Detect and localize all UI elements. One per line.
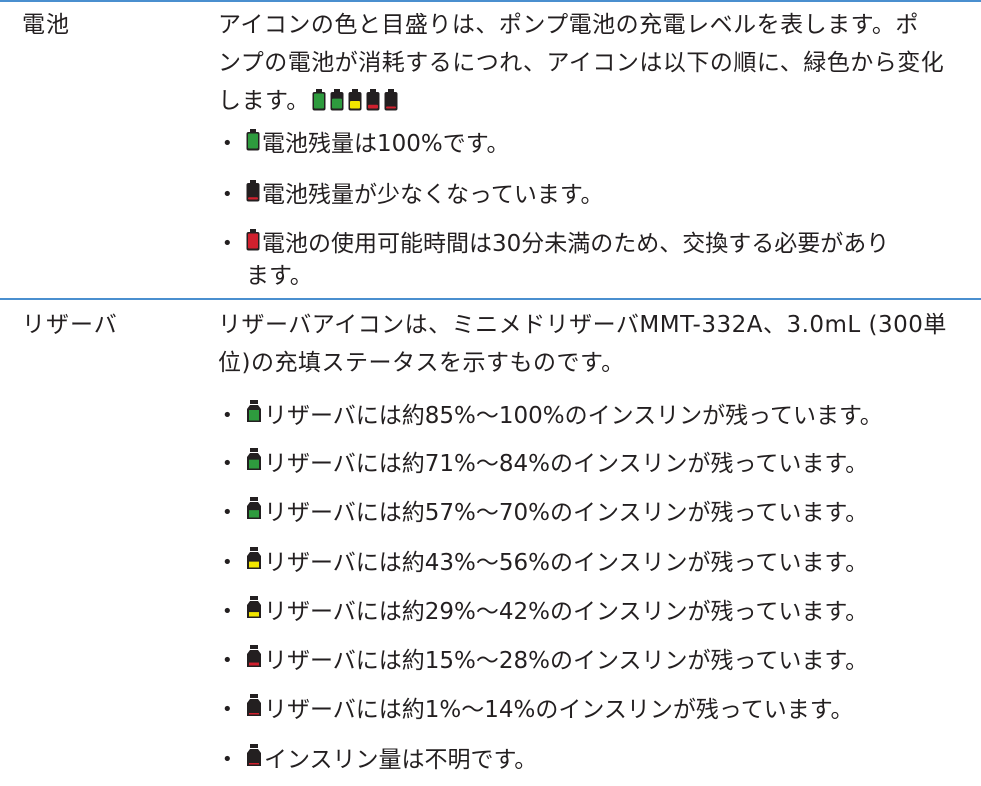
battery-replace-icon [246,226,260,262]
reservoir-bottle-icon [246,742,262,778]
bullet-icon: • [222,233,233,254]
bullet-icon: • [222,405,233,426]
battery-low-red-icon [366,85,380,123]
reservoir-label: リザーバ [22,312,118,338]
battery-item-replace-cont: ます。 [246,258,313,294]
battery-yellow-icon [348,85,362,123]
battery-label: 電池 [22,12,70,38]
reservoir-item: • リザーバには約1%～14%のインスリンが残っています。 [222,692,853,728]
reservoir-item: • リザーバには約15%～28%のインスリンが残っています。 [222,643,868,679]
reservoir-bottle-icon [246,495,262,531]
bullet-icon: • [222,601,233,622]
reservoir-description: リザーバアイコンは、ミニメドリザーバMMT-332A、3.0mL (300単 位… [218,306,978,382]
battery-desc-line2: ンプの電池が消耗するにつれ、アイコンは以下の順に、緑色から変化 [218,50,945,76]
reservoir-item: • リザーバには約85%～100%のインスリンが残っています。 [222,398,883,434]
reservoir-bottle-icon [246,594,262,630]
reservoir-item-text: リザーバには約29%～42%のインスリンが残っています。 [264,599,869,625]
battery-item-replace: • 電池の使用可能時間は30分未満のため、交換する必要があり [222,226,889,262]
reservoir-item-text: リザーバには約71%～84%のインスリンが残っています。 [264,451,869,477]
battery-item-full: • 電池残量は100%です。 [222,126,509,162]
battery-desc-line3-wrap: します。 [218,82,978,123]
battery-empty-red-icon [384,85,398,123]
reservoir-item-text: インスリン量は不明です。 [264,747,538,773]
battery-item-text: 電池残量が少なくなっています。 [262,182,604,208]
battery-item-text: 電池の使用可能時間は30分未満のため、交換する必要があり [262,231,890,257]
reservoir-item-text: リザーバには約15%～28%のインスリンが残っています。 [264,648,869,674]
bullet-icon: • [222,749,233,770]
reservoir-item: • リザーバには約29%～42%のインスリンが残っています。 [222,594,868,630]
reservoir-bottle-icon [246,398,262,434]
reservoir-item-text: リザーバには約1%～14%のインスリンが残っています。 [264,697,854,723]
bullet-icon: • [222,650,233,671]
section-divider [0,298,981,300]
reservoir-item: • インスリン量は不明です。 [222,742,537,778]
bullet-icon: • [222,502,233,523]
battery-mid-green-icon [330,85,344,123]
reservoir-item-text: リザーバには約85%～100%のインスリンが残っています。 [264,403,883,429]
bullet-icon: • [222,453,233,474]
bullet-icon: • [222,552,233,573]
reservoir-desc-line1: リザーバアイコンは、ミニメドリザーバMMT-332A、3.0mL (300単 [218,312,947,338]
battery-description: アイコンの色と目盛りは、ポンプ電池の充電レベルを表します。ポ ンプの電池が消耗す… [218,6,978,123]
reservoir-item-text: リザーバには約43%～56%のインスリンが残っています。 [264,550,869,576]
reservoir-bottle-icon [246,643,262,679]
battery-item-low: • 電池残量が少なくなっています。 [222,177,604,213]
reservoir-bottle-icon [246,545,262,581]
reservoir-bottle-icon [246,692,262,728]
battery-desc-line3: します。 [218,88,310,114]
bullet-icon: • [222,184,233,205]
reservoir-desc-line2: 位)の充填ステータスを示すものです。 [218,350,625,376]
battery-full-green-icon [312,85,326,123]
reservoir-item-text: リザーバには約57%～70%のインスリンが残っています。 [264,500,869,526]
battery-low-icon [246,177,260,213]
reservoir-bottle-icon [246,446,262,482]
reservoir-item: • リザーバには約43%～56%のインスリンが残っています。 [222,545,868,581]
top-divider [0,0,981,2]
battery-sequence-icons [312,85,398,123]
battery-item-text-cont: ます。 [246,263,313,289]
battery-desc-line1: アイコンの色と目盛りは、ポンプ電池の充電レベルを表します。ポ [218,12,919,38]
reservoir-item: • リザーバには約71%～84%のインスリンが残っています。 [222,446,868,482]
battery-full-icon [246,126,260,162]
bullet-icon: • [222,133,233,154]
bullet-icon: • [222,699,233,720]
reservoir-item: • リザーバには約57%～70%のインスリンが残っています。 [222,495,868,531]
document-page: 電池 アイコンの色と目盛りは、ポンプ電池の充電レベルを表します。ポ ンプの電池が… [0,0,981,786]
battery-item-text: 電池残量は100%です。 [262,131,510,157]
